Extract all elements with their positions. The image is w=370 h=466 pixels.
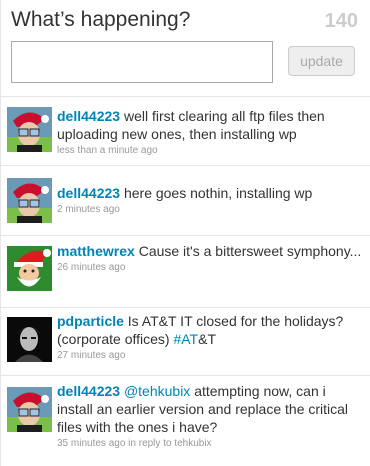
tweet-content: dell44223 well first clearing all ftp fi… <box>57 107 363 157</box>
timeline: dell44223 well first clearing all ftp fi… <box>1 96 370 464</box>
avatar[interactable] <box>7 317 52 362</box>
tweet-text-suffix: &T <box>198 331 216 347</box>
twitter-home: What’s happening? 140 update dell44223 w… <box>0 0 370 466</box>
tweet-timestamp[interactable]: less than a minute ago <box>57 145 363 157</box>
avatar[interactable] <box>7 387 52 432</box>
tweet-content: dell44223 here goes nothin, installing w… <box>57 184 363 216</box>
tweet-timestamp[interactable]: 2 minutes ago <box>57 204 363 216</box>
tweet-content: matthewrex Cause it's a bittersweet symp… <box>57 242 363 274</box>
update-button[interactable]: update <box>288 46 355 76</box>
avatar[interactable] <box>7 246 52 291</box>
tweet-item: matthewrex Cause it's a bittersweet symp… <box>1 236 370 308</box>
tweet-content: pdparticle Is AT&T IT closed for the hol… <box>57 312 363 362</box>
tweet-screen-name[interactable]: dell44223 <box>57 383 120 399</box>
status-composer: What’s happening? 140 update <box>1 0 370 97</box>
hashtag-link[interactable]: #AT <box>173 331 198 347</box>
character-counter: 140 <box>324 10 358 32</box>
avatar[interactable] <box>7 107 52 152</box>
composer-prompt: What’s happening? <box>11 8 191 31</box>
avatar[interactable] <box>7 178 52 223</box>
tweet-screen-name[interactable]: pdparticle <box>57 313 124 329</box>
tweet-timestamp[interactable]: 27 minutes ago <box>57 350 363 362</box>
tweet-content: dell44223 @tehkubix attempting now, can … <box>57 382 363 450</box>
tweet-item: dell44223 well first clearing all ftp fi… <box>1 96 370 166</box>
reply-prefix: in reply to <box>128 438 172 449</box>
tweet-item: dell44223 @tehkubix attempting now, can … <box>1 376 370 464</box>
tweet-meta: 35 minutes ago in reply to tehkubix <box>57 438 363 450</box>
tweet-text: Cause it's a bittersweet symphony... <box>138 243 362 259</box>
in-reply-to-link[interactable]: tehkubix <box>174 438 211 449</box>
tweet-screen-name[interactable]: dell44223 <box>57 108 120 124</box>
tweet-text: here goes nothin, installing wp <box>123 185 313 201</box>
tweet-screen-name[interactable]: matthewrex <box>57 243 135 259</box>
tweet-item: dell44223 here goes nothin, installing w… <box>1 166 370 236</box>
status-input[interactable] <box>11 41 273 83</box>
tweet-timestamp[interactable]: 35 minutes ago <box>57 438 125 449</box>
tweet-timestamp[interactable]: 26 minutes ago <box>57 262 363 274</box>
tweet-screen-name[interactable]: dell44223 <box>57 185 120 201</box>
mention-link[interactable]: @tehkubix <box>124 383 190 399</box>
tweet-item: pdparticle Is AT&T IT closed for the hol… <box>1 308 370 376</box>
